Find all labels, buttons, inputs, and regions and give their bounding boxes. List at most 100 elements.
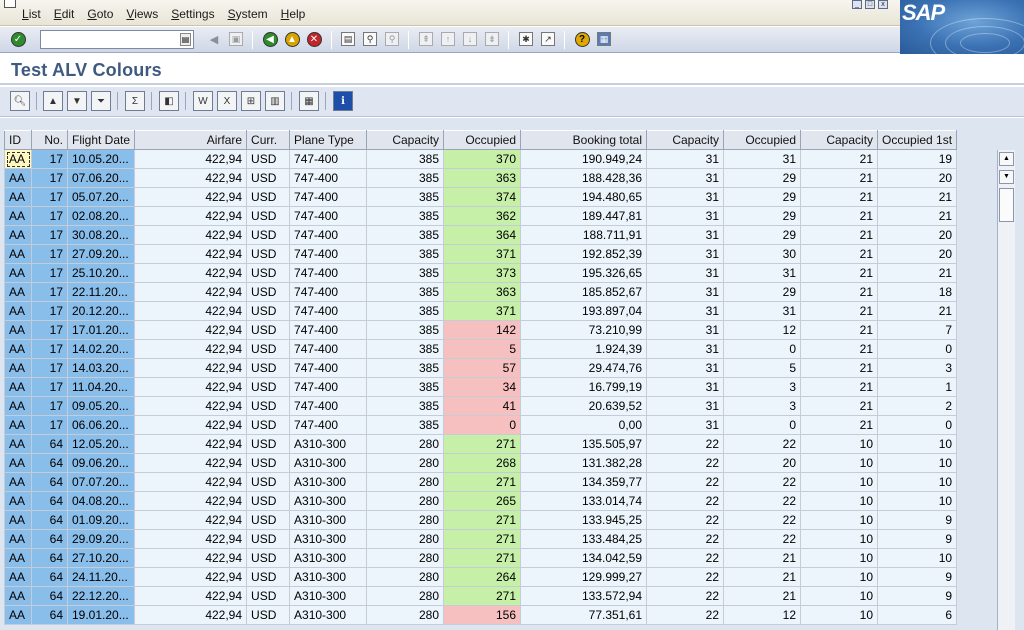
cell-capacity-business[interactable]: 22 <box>646 453 725 473</box>
cell-currency[interactable]: USD <box>246 358 291 378</box>
cell-id[interactable]: AA <box>4 168 32 188</box>
cell-capacity-business[interactable]: 31 <box>646 301 725 321</box>
cell-airfare[interactable]: 422,94 <box>134 453 248 473</box>
table-row[interactable]: AA 64 01.09.20... 422,94 USD A310-300 280 271 13… <box>4 510 958 530</box>
cell-plane-type[interactable]: 747-400 <box>289 206 368 226</box>
cell-currency[interactable]: USD <box>246 491 291 511</box>
cell-booking-total[interactable]: 1.924,39 <box>520 339 648 359</box>
cell-occupied[interactable]: 264 <box>443 567 522 587</box>
help-icon[interactable]: ? <box>573 30 591 48</box>
cell-occupied-business[interactable]: 29 <box>723 168 802 188</box>
cell-currency[interactable]: USD <box>246 168 291 188</box>
cell-flight-no[interactable]: 17 <box>31 168 68 188</box>
cell-capacity-business[interactable]: 31 <box>646 149 725 169</box>
table-row[interactable]: AA 64 27.10.20... 422,94 USD A310-300 280 271 13… <box>4 548 958 568</box>
cell-booking-total[interactable]: 194.480,65 <box>520 187 648 207</box>
cell-occupied[interactable]: 370 <box>443 149 522 169</box>
cell-airfare[interactable]: 422,94 <box>134 510 248 530</box>
column-header-capacity[interactable]: Capacity <box>366 130 445 150</box>
cell-capacity-first[interactable]: 21 <box>800 339 879 359</box>
cell-capacity-first[interactable]: 21 <box>800 244 879 264</box>
cell-flight-date[interactable]: 29.09.20... <box>66 529 136 549</box>
cell-booking-total[interactable]: 77.351,61 <box>520 605 648 625</box>
cell-currency[interactable]: USD <box>246 529 291 549</box>
table-row[interactable]: AA 17 14.03.20... 422,94 USD 747-400 385 57 29.4… <box>4 358 958 378</box>
cell-occupied[interactable]: 271 <box>443 472 522 492</box>
command-field[interactable]: ▤ <box>40 30 194 49</box>
cell-plane-type[interactable]: 747-400 <box>289 244 368 264</box>
cell-airfare[interactable]: 422,94 <box>134 320 248 340</box>
cell-id[interactable]: AA <box>4 320 32 340</box>
table-row[interactable]: AA 64 19.01.20... 422,94 USD A310-300 280 156 77… <box>4 605 958 625</box>
table-row[interactable]: AA 17 30.08.20... 422,94 USD 747-400 385 364 188… <box>4 225 958 245</box>
cell-capacity[interactable]: 385 <box>366 282 445 302</box>
export-excel-icon[interactable]: X <box>217 91 237 111</box>
cell-occupied[interactable]: 371 <box>443 244 522 264</box>
cell-booking-total[interactable]: 188.428,36 <box>520 168 648 188</box>
cell-flight-no[interactable]: 17 <box>31 320 68 340</box>
cell-booking-total[interactable]: 129.999,27 <box>520 567 648 587</box>
cell-flight-date[interactable]: 27.09.20... <box>66 244 136 264</box>
cell-occupied[interactable]: 265 <box>443 491 522 511</box>
cell-airfare[interactable]: 422,94 <box>134 206 248 226</box>
cell-flight-date[interactable]: 05.07.20... <box>66 187 136 207</box>
table-row[interactable]: AA 17 09.05.20... 422,94 USD 747-400 385 41 20.6… <box>4 396 958 416</box>
cell-capacity-first[interactable]: 21 <box>800 396 879 416</box>
table-row[interactable]: AA 17 02.08.20... 422,94 USD 747-400 385 362 189… <box>4 206 958 226</box>
cell-flight-date[interactable]: 30.08.20... <box>66 225 136 245</box>
table-row[interactable]: AA 17 27.09.20... 422,94 USD 747-400 385 371 192… <box>4 244 958 264</box>
cell-capacity-business[interactable]: 22 <box>646 491 725 511</box>
cell-flight-no[interactable]: 64 <box>31 567 68 587</box>
cell-booking-total[interactable]: 133.014,74 <box>520 491 648 511</box>
cell-occupied-first[interactable]: 6 <box>877 605 958 625</box>
cell-capacity[interactable]: 280 <box>366 510 445 530</box>
cell-capacity-first[interactable]: 10 <box>800 586 879 606</box>
cell-occupied[interactable]: 364 <box>443 225 522 245</box>
cell-flight-no[interactable]: 64 <box>31 434 68 454</box>
cell-flight-date[interactable]: 19.01.20... <box>66 605 136 625</box>
cell-capacity[interactable]: 280 <box>366 586 445 606</box>
cell-capacity[interactable]: 385 <box>366 263 445 283</box>
cell-capacity-business[interactable]: 22 <box>646 548 725 568</box>
cell-flight-no[interactable]: 17 <box>31 282 68 302</box>
cell-capacity-first[interactable]: 10 <box>800 472 879 492</box>
previous-page-icon[interactable]: ↑ <box>439 30 457 48</box>
cell-flight-date[interactable]: 14.02.20... <box>66 339 136 359</box>
cell-occupied-first[interactable]: 10 <box>877 548 958 568</box>
cell-flight-no[interactable]: 17 <box>31 225 68 245</box>
cell-currency[interactable]: USD <box>246 396 291 416</box>
column-header-plane-type[interactable]: Plane Type <box>289 130 368 150</box>
cell-occupied[interactable]: 271 <box>443 434 522 454</box>
cell-plane-type[interactable]: 747-400 <box>289 282 368 302</box>
cell-capacity[interactable]: 385 <box>366 149 445 169</box>
cell-flight-date[interactable]: 22.11.20... <box>66 282 136 302</box>
cell-flight-date[interactable]: 12.05.20... <box>66 434 136 454</box>
cell-flight-date[interactable]: 11.04.20... <box>66 377 136 397</box>
cell-occupied[interactable]: 271 <box>443 586 522 606</box>
cell-capacity-business[interactable]: 22 <box>646 529 725 549</box>
cell-flight-no[interactable]: 17 <box>31 358 68 378</box>
cell-flight-no[interactable]: 64 <box>31 586 68 606</box>
cell-occupied-first[interactable]: 21 <box>877 263 958 283</box>
table-row[interactable]: AA 17 17.01.20... 422,94 USD 747-400 385 142 73.… <box>4 320 958 340</box>
cell-capacity-business[interactable]: 31 <box>646 339 725 359</box>
cell-id[interactable]: AA <box>4 358 32 378</box>
cell-plane-type[interactable]: A310-300 <box>289 453 368 473</box>
cell-occupied[interactable]: 268 <box>443 453 522 473</box>
table-row[interactable]: AA 17 10.05.20... 422,94 USD 747-400 385 370 190… <box>4 149 958 169</box>
cell-currency[interactable]: USD <box>246 149 291 169</box>
cell-occupied-business[interactable]: 29 <box>723 282 802 302</box>
cell-id[interactable]: AA <box>4 282 32 302</box>
cell-currency[interactable]: USD <box>246 206 291 226</box>
abc-analysis-icon[interactable]: ⊞ <box>241 91 261 111</box>
cell-capacity[interactable]: 385 <box>366 358 445 378</box>
cell-capacity-first[interactable]: 21 <box>800 301 879 321</box>
cell-occupied-business[interactable]: 22 <box>723 510 802 530</box>
table-row[interactable]: AA 64 12.05.20... 422,94 USD A310-300 280 271 13… <box>4 434 958 454</box>
cell-id[interactable]: AA <box>4 301 32 321</box>
cell-occupied-business[interactable]: 30 <box>723 244 802 264</box>
cell-flight-no[interactable]: 64 <box>31 491 68 511</box>
cell-currency[interactable]: USD <box>246 510 291 530</box>
table-row[interactable]: AA 64 04.08.20... 422,94 USD A310-300 280 265 13… <box>4 491 958 511</box>
menu-list[interactable]: List <box>22 7 41 21</box>
